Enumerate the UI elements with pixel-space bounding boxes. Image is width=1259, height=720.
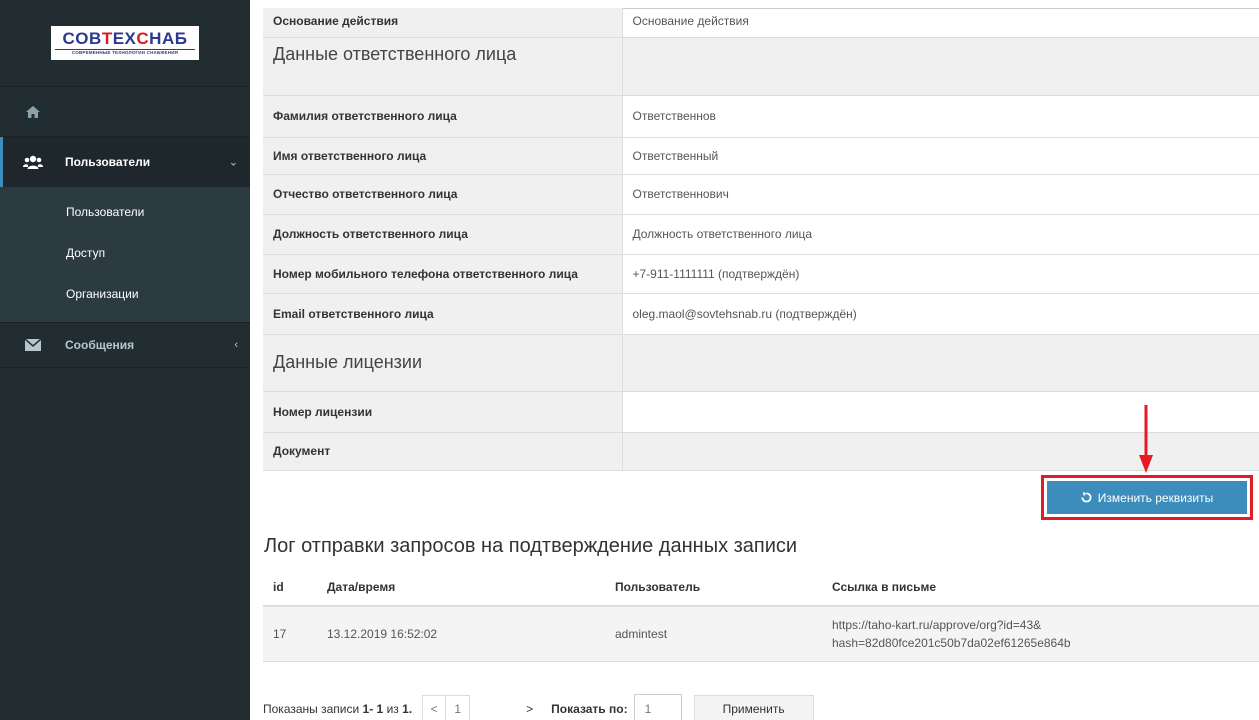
records-total: 1. <box>402 702 413 716</box>
records-info: Показаны записи 1- 1 из 1. <box>263 702 412 716</box>
per-page-input[interactable]: 1 <box>633 694 682 720</box>
next-page-button[interactable]: > <box>526 702 533 716</box>
page-number[interactable]: 1 <box>446 695 471 720</box>
table-row: Документ <box>263 432 1259 471</box>
log-table: id Дата/время Пользователь Ссылка в пись… <box>263 568 1259 662</box>
records-prefix: Показаны записи <box>263 702 360 716</box>
section-title-license: Данные лицензии <box>263 334 622 392</box>
table-header-row: id Дата/время Пользователь Ссылка в пись… <box>263 568 1259 607</box>
log-title: Лог отправки запросов на подтверждение д… <box>264 535 798 557</box>
page-switcher: < 1 <box>422 695 471 720</box>
col-header-id[interactable]: id <box>263 568 327 607</box>
col-header-link[interactable]: Ссылка в письме <box>832 568 1259 607</box>
field-key: Email ответственного лица <box>263 293 622 335</box>
highlight-frame: Изменить реквизиты <box>1041 475 1253 520</box>
section-spacer <box>621 37 1259 96</box>
company-logo[interactable]: COBTEXCHAБ СОВРЕМЕННЫЕ ТЕХНОЛОГИИ СНАБЖЕ… <box>51 26 199 60</box>
undo-icon <box>1081 492 1092 503</box>
chevron-down-icon: ⌄ <box>228 156 238 169</box>
field-key: Должность ответственного лица <box>263 214 622 255</box>
section-spacer <box>621 334 1259 392</box>
field-key: Имя ответственного лица <box>263 137 622 175</box>
apply-button[interactable]: Применить <box>693 695 814 720</box>
submenu-item-organizations[interactable]: Организации <box>0 273 250 314</box>
table-row: Отчество ответственного лица Ответственн… <box>263 174 1259 215</box>
records-of: из <box>386 702 399 716</box>
nav-messages-label: Сообщения <box>65 338 135 352</box>
users-submenu: Пользователи Доступ Организации <box>0 187 250 322</box>
table-row: Имя ответственного лица Ответственный <box>263 137 1259 175</box>
col-header-datetime[interactable]: Дата/время <box>327 568 615 607</box>
field-value <box>621 432 1259 471</box>
edit-requisites-label: Изменить реквизиты <box>1097 490 1214 505</box>
section-title-responsible: Данные ответственного лица <box>263 37 622 96</box>
section-row: Данные ответственного лица <box>263 37 1259 96</box>
section-row: Данные лицензии <box>263 334 1259 392</box>
nav-messages[interactable]: Сообщения ‹ <box>0 322 250 368</box>
table-row: Должность ответственного лица Должность … <box>263 214 1259 255</box>
field-value: oleg.maol@sovtehsnab.ru (подтверждён) <box>621 293 1259 335</box>
field-key: Основание действия <box>263 8 622 38</box>
field-key: Фамилия ответственного лица <box>263 95 622 138</box>
details-table: Основание действия Основание действия Да… <box>263 8 1259 471</box>
table-row: Email ответственного лица oleg.maol@sovt… <box>263 293 1259 335</box>
cell-link[interactable]: https://taho-kart.ru/approve/org?id=43& … <box>832 606 1259 662</box>
link-line-2: hash=82d80fce201c50b7da02ef61265e864b <box>832 635 1071 650</box>
field-value: Основание действия <box>621 8 1259 38</box>
logo-tagline: СОВРЕМЕННЫЕ ТЕХНОЛОГИИ СНАБЖЕНИЯ <box>55 49 195 56</box>
nav-home[interactable] <box>0 87 250 137</box>
table-row: Номер лицензии <box>263 391 1259 433</box>
cell-datetime: 13.12.2019 16:52:02 <box>327 606 615 662</box>
field-key: Номер мобильного телефона ответственного… <box>263 254 622 294</box>
field-value: +7-911-1111111 (подтверждён) <box>621 254 1259 294</box>
field-value <box>621 391 1259 433</box>
submenu-item-users[interactable]: Пользователи <box>0 191 250 232</box>
records-range: 1- 1 <box>362 702 384 716</box>
field-value: Ответственнов <box>621 95 1259 138</box>
table-row: 17 13.12.2019 16:52:02 admintest https:/… <box>263 606 1259 662</box>
nav-users[interactable]: Пользователи ⌄ <box>0 137 250 187</box>
table-row: Номер мобильного телефона ответственного… <box>263 254 1259 294</box>
field-value: Ответственнович <box>621 174 1259 215</box>
cell-user: admintest <box>615 606 832 662</box>
cell-id: 17 <box>263 606 327 662</box>
table-row: Основание действия Основание действия <box>263 8 1259 38</box>
annotation-arrow-icon <box>1139 405 1153 473</box>
sidebar: COBTEXCHAБ СОВРЕМЕННЫЕ ТЕХНОЛОГИИ СНАБЖЕ… <box>0 0 250 720</box>
submenu-item-access[interactable]: Доступ <box>0 232 250 273</box>
table-row: Фамилия ответственного лица Ответственно… <box>263 95 1259 138</box>
logo-wordmark: COBTEXCHAБ <box>62 29 188 48</box>
link-line-1: https://taho-kart.ru/approve/org?id=43& <box>832 617 1042 632</box>
field-key: Отчество ответственного лица <box>263 174 622 215</box>
field-value: Должность ответственного лица <box>621 214 1259 255</box>
users-icon <box>23 154 43 170</box>
prev-page-button[interactable]: < <box>422 695 447 720</box>
field-value: Ответственный <box>621 137 1259 175</box>
per-page-label: Показать по: <box>551 702 628 716</box>
chevron-left-icon: ‹ <box>234 339 238 351</box>
field-key: Номер лицензии <box>263 391 622 433</box>
nav-users-label: Пользователи <box>65 155 151 169</box>
edit-requisites-button[interactable]: Изменить реквизиты <box>1047 481 1247 514</box>
pagination-bar: Показаны записи 1- 1 из 1. < 1 > Показат… <box>263 694 814 720</box>
home-icon <box>26 105 40 118</box>
logo-area: COBTEXCHAБ СОВРЕМЕННЫЕ ТЕХНОЛОГИИ СНАБЖЕ… <box>0 0 250 87</box>
field-key: Документ <box>263 432 622 471</box>
col-header-user[interactable]: Пользователь <box>615 568 832 607</box>
envelope-icon <box>23 337 43 353</box>
